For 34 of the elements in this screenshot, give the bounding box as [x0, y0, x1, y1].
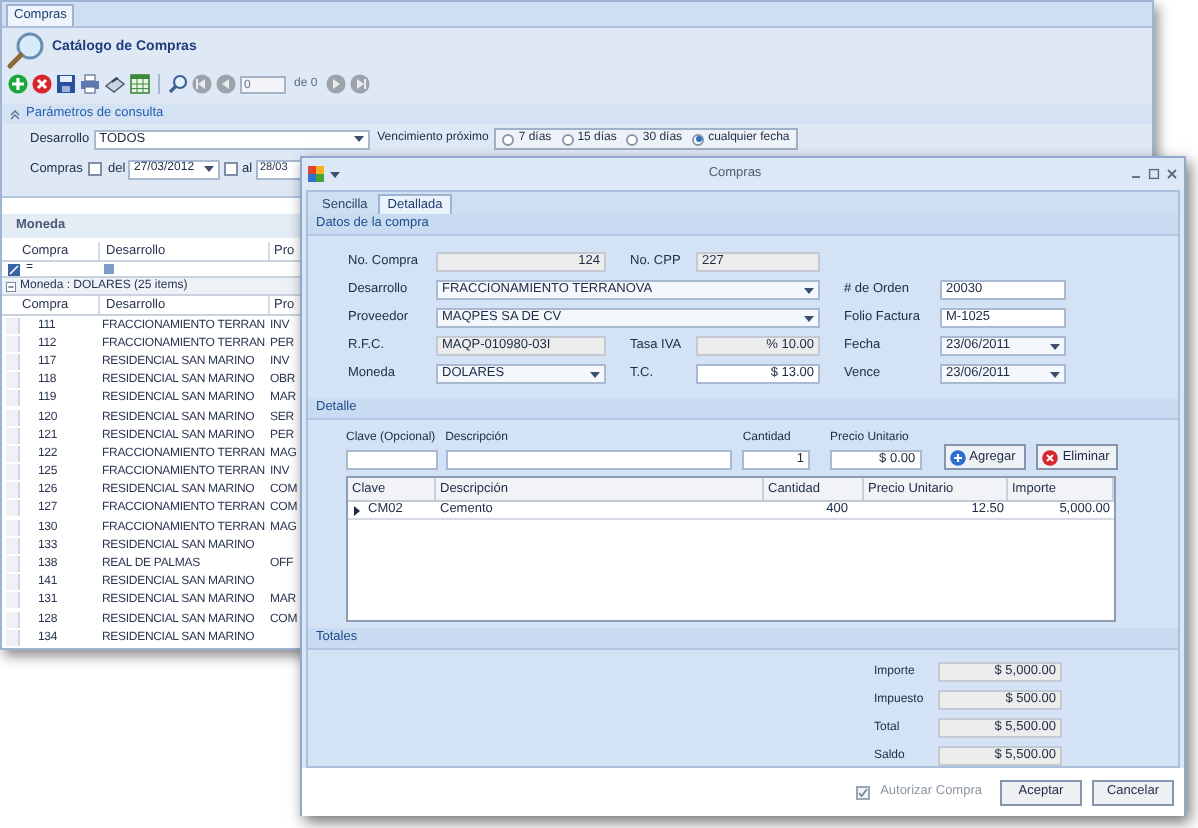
spreadsheet-icon[interactable] — [130, 74, 150, 94]
caret-icon — [330, 171, 340, 177]
app-icon — [308, 166, 324, 182]
add-icon[interactable] — [8, 74, 28, 94]
input-field[interactable] — [445, 450, 733, 470]
plus-icon — [949, 449, 966, 465]
radio-button[interactable] — [502, 133, 515, 145]
collapse-icon[interactable] — [6, 281, 16, 291]
dropdown-caret-icon — [1050, 343, 1060, 349]
previous-page-icon[interactable] — [216, 74, 236, 94]
collapse-icon[interactable] — [10, 109, 20, 119]
input-field[interactable] — [346, 450, 438, 470]
dropdown-caret-icon — [1050, 371, 1060, 377]
maximize-icon[interactable] — [1148, 168, 1160, 180]
delete-icon[interactable] — [32, 74, 52, 94]
filter-editor-icon[interactable] — [8, 263, 20, 275]
delete-icon — [1042, 449, 1059, 465]
printer-icon[interactable] — [80, 74, 100, 94]
next-page-icon[interactable] — [325, 74, 346, 94]
radio-button[interactable] — [626, 133, 639, 145]
radio-button[interactable] — [561, 133, 574, 145]
save-icon[interactable] — [56, 74, 76, 94]
dropdown-caret-icon — [804, 315, 814, 321]
radio-button[interactable] — [692, 133, 705, 145]
dropdown-caret-icon — [590, 371, 600, 377]
search-icon[interactable] — [168, 74, 188, 94]
checkbox[interactable] — [224, 162, 238, 176]
close-icon[interactable] — [1166, 168, 1178, 180]
checkbox[interactable] — [88, 162, 102, 176]
last-page-icon[interactable] — [349, 74, 370, 94]
dropdown-caret-icon — [353, 136, 364, 142]
search-icon — [6, 29, 46, 69]
dropdown-caret-icon — [204, 166, 214, 172]
dropdown-caret-icon — [804, 287, 814, 293]
